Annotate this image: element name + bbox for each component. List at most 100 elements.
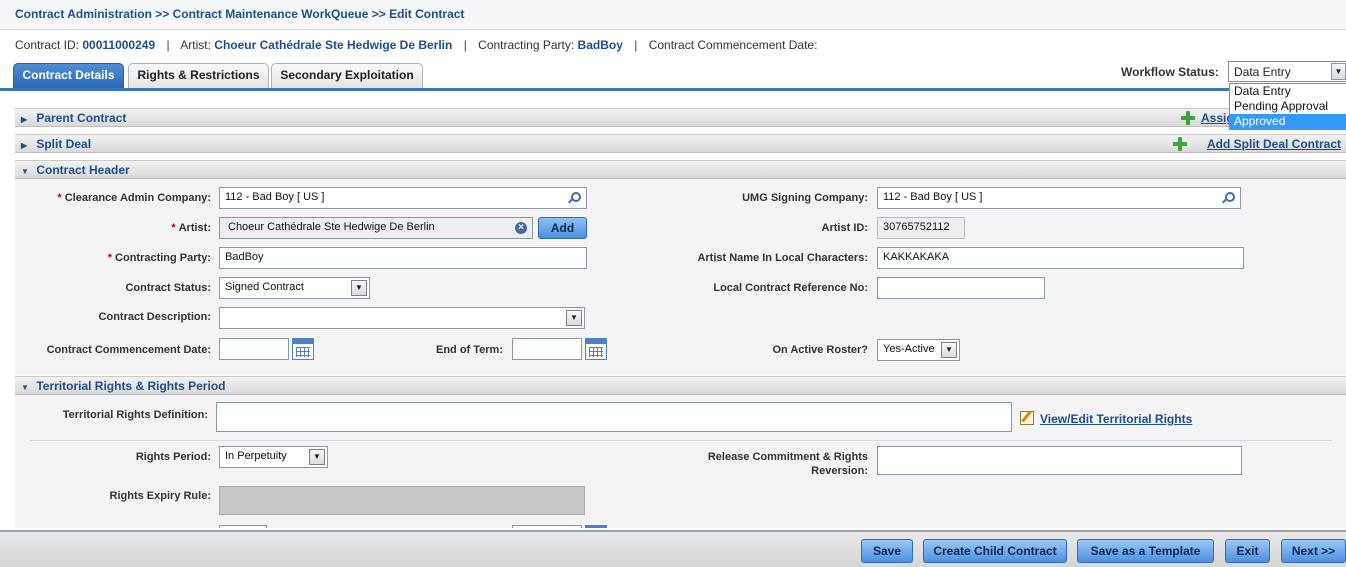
party-info-value: BadBoy	[577, 38, 623, 52]
section-title: Split Deal	[36, 137, 92, 151]
edit-icon[interactable]	[1020, 411, 1034, 425]
umg-signing-label: UMG Signing Company:	[742, 192, 868, 204]
contract-id-label: Contract ID:	[15, 38, 80, 52]
umg-signing-input[interactable]: 112 - Bad Boy [ US ]	[877, 187, 1241, 209]
contract-header-body: * Clearance Admin Company: 112 - Bad Boy …	[15, 179, 1346, 375]
section-title: Contract Header	[36, 163, 130, 177]
calendar-icon[interactable]	[585, 338, 607, 360]
workflow-option-approved[interactable]: Approved	[1230, 114, 1346, 129]
local-contract-ref-input[interactable]	[877, 277, 1045, 299]
rights-expiry-rule-label: Rights Expiry Rule:	[109, 490, 211, 502]
clearance-admin-input[interactable]: 112 - Bad Boy [ US ]	[219, 187, 587, 209]
label-text: Contracting Party:	[115, 252, 211, 264]
contracting-party-input[interactable]: BadBoy	[219, 247, 587, 269]
contract-status-select[interactable]: Signed Contract ▼	[219, 277, 370, 299]
create-child-contract-button[interactable]: Create Child Contract	[923, 539, 1067, 563]
calendar-icon[interactable]	[292, 338, 314, 360]
contract-info-bar: Contract ID: 00011000249 | Artist: Choeu…	[15, 38, 817, 52]
tab-underline	[0, 88, 1346, 91]
info-separator: |	[166, 38, 170, 52]
field-value: 112 - Bad Boy [ US ]	[225, 191, 325, 203]
territorial-definition-input[interactable]	[216, 402, 1012, 432]
commencement-date-label: Contract Commencement Date:	[46, 344, 211, 356]
info-separator: |	[634, 38, 638, 52]
calendar-icon[interactable]	[585, 525, 607, 528]
release-commitment-input[interactable]	[877, 446, 1242, 475]
action-footer: Save Create Child Contract Save as a Tem…	[0, 530, 1346, 567]
artist-local-name-input[interactable]: KAKKAKAKA	[877, 247, 1244, 269]
artist-input[interactable]: Choeur Cathédrale Ste Hedwige De Berlin …	[219, 217, 533, 239]
artist-info-label: Artist:	[180, 38, 211, 52]
exit-button[interactable]: Exit	[1225, 539, 1270, 563]
label-text: Clearance Admin Company:	[64, 192, 211, 204]
save-as-template-button[interactable]: Save as a Template	[1077, 539, 1214, 563]
field-value: Signed Contract	[225, 281, 304, 293]
label-text: Artist:	[178, 222, 211, 234]
required-marker: *	[57, 192, 62, 204]
partial-date-input[interactable]	[512, 525, 582, 528]
chevron-down-icon[interactable]: ▼	[309, 449, 325, 465]
section-territorial-rights[interactable]: ▼ Territorial Rights & Rights Period	[15, 376, 1346, 395]
add-split-deal-contract-link[interactable]: Add Split Deal Contract	[1207, 137, 1341, 151]
field-value: Yes-Active	[883, 343, 935, 355]
breadcrumb: Contract Administration >> Contract Main…	[0, 0, 1346, 30]
expand-triangle-icon: ▶	[21, 141, 28, 150]
info-separator: |	[463, 38, 467, 52]
chevron-down-icon[interactable]: ▼	[351, 280, 367, 296]
tab-secondary-exploitation[interactable]: Secondary Exploitation	[271, 63, 423, 88]
active-roster-select[interactable]: Yes-Active ▼	[877, 339, 960, 361]
section-parent-contract[interactable]: ▶ Parent Contract Assign Parent Contract	[15, 108, 1346, 127]
divider	[30, 440, 1332, 441]
label-line: Release Commitment & Rights	[707, 451, 868, 463]
add-icon[interactable]	[1173, 137, 1187, 151]
commencement-date-input[interactable]	[219, 338, 289, 360]
contract-id-value: 00011000249	[82, 38, 156, 52]
field-value: 112 - Bad Boy [ US ]	[883, 191, 983, 203]
territorial-rights-body: Territorial Rights Definition: View/Edit…	[15, 395, 1346, 528]
local-contract-ref-label: Local Contract Reference No:	[713, 282, 868, 294]
contract-description-select[interactable]: ▼	[219, 307, 585, 329]
search-icon[interactable]	[568, 192, 581, 204]
workflow-status-select[interactable]: Data Entry ▼	[1228, 61, 1346, 82]
section-split-deal[interactable]: ▶ Split Deal Add Split Deal Contract	[15, 134, 1346, 153]
tab-contract-details[interactable]: Contract Details	[13, 63, 124, 88]
workflow-option-data-entry[interactable]: Data Entry	[1230, 84, 1346, 99]
release-commitment-label: Release Commitment & Rights Reversion:	[615, 450, 868, 478]
active-roster-label: On Active Roster?	[772, 344, 868, 356]
section-title: Territorial Rights & Rights Period	[36, 379, 226, 393]
rights-expiry-rule-field	[219, 486, 585, 515]
contract-description-label: Contract Description:	[98, 311, 211, 323]
field-value: Choeur Cathédrale Ste Hedwige De Berlin	[228, 221, 435, 233]
commencement-info-label: Contract Commencement Date:	[648, 38, 818, 52]
collapse-triangle-icon: ▼	[21, 167, 29, 176]
search-icon[interactable]	[1222, 192, 1235, 204]
contract-status-label: Contract Status:	[125, 282, 211, 294]
rights-period-label: Rights Period:	[135, 451, 211, 463]
workflow-option-pending-approval[interactable]: Pending Approval	[1230, 99, 1346, 114]
chevron-down-icon[interactable]: ▼	[1331, 63, 1346, 80]
workflow-status-value: Data Entry	[1234, 65, 1291, 79]
end-of-term-input[interactable]	[512, 338, 582, 360]
collapse-triangle-icon: ▼	[21, 383, 29, 392]
artist-id-label: Artist ID:	[821, 222, 868, 234]
field-value: In Perpetuity	[225, 450, 287, 462]
chevron-down-icon[interactable]: ▼	[566, 310, 582, 326]
next-button[interactable]: Next >>	[1281, 539, 1346, 563]
section-contract-header[interactable]: ▼ Contract Header	[15, 160, 1346, 179]
add-icon[interactable]	[1181, 111, 1195, 125]
tab-rights-restrictions[interactable]: Rights & Restrictions	[128, 63, 269, 88]
partial-date-input[interactable]	[219, 525, 267, 528]
artist-info-value: Choeur Cathédrale Ste Hedwige De Berlin	[214, 38, 453, 52]
add-artist-button[interactable]: Add	[538, 217, 587, 239]
save-button[interactable]: Save	[861, 539, 913, 563]
content-area: ▶ Parent Contract Assign Parent Contract…	[15, 98, 1346, 528]
expand-triangle-icon: ▶	[21, 115, 28, 124]
party-info-label: Contracting Party:	[478, 38, 575, 52]
chevron-down-icon[interactable]: ▼	[941, 342, 957, 358]
artist-label: * Artist:	[15, 222, 211, 234]
rights-period-select[interactable]: In Perpetuity ▼	[219, 446, 328, 468]
view-edit-territorial-rights-link[interactable]: View/Edit Territorial Rights	[1040, 412, 1192, 426]
edit-contract-screen: Contract Administration >> Contract Main…	[0, 0, 1346, 567]
workflow-status-label: Workflow Status:	[1121, 65, 1219, 79]
clear-icon[interactable]: ×	[515, 222, 527, 234]
